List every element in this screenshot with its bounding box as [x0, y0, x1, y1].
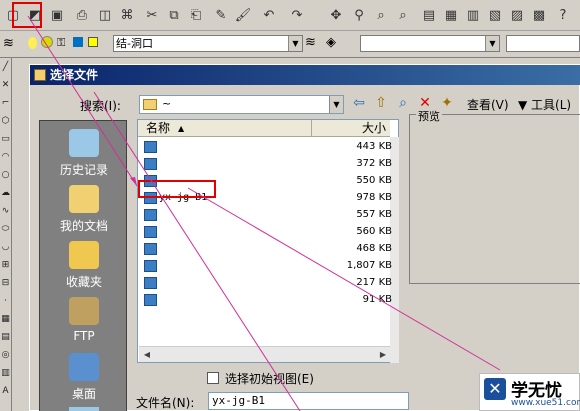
watermark-url: www.xue51.com: [511, 398, 580, 408]
annotation-arrows: [27, 15, 501, 411]
watermark-logo: ✕ 学无忧 www.xue51.com: [479, 373, 580, 411]
arrow-line-to-file: [27, 15, 138, 187]
arrow-line-down: [93, 91, 301, 411]
screen: { "dialog": { "title": "选择文件", "search_l…: [0, 0, 580, 411]
arrow-line-to-logo: [187, 187, 501, 371]
arrow-head-icon: [130, 177, 137, 186]
logo-mark-icon: ✕: [484, 378, 506, 400]
